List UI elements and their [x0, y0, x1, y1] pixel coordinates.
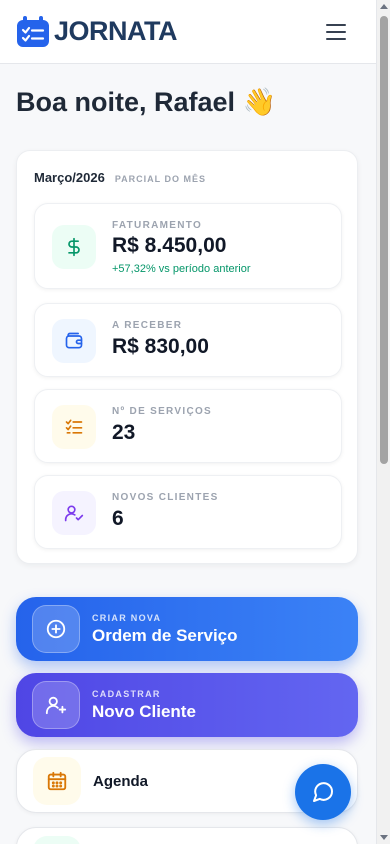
stat-value: R$ 8.450,00: [112, 234, 227, 257]
summary-month: Março/2026: [34, 170, 105, 185]
chat-button[interactable]: [295, 764, 351, 820]
new-client-button[interactable]: Cadastrar Novo Cliente: [16, 673, 358, 737]
action-title: Agenda: [93, 773, 149, 790]
app-name: JORNATA: [54, 16, 178, 46]
menu-button[interactable]: [326, 23, 346, 40]
stat-card-new-clients[interactable]: Novos clientes 6: [34, 475, 342, 549]
logo-icon: [17, 15, 49, 47]
wave-emoji: 👋: [242, 87, 277, 117]
wallet-icon: [52, 319, 96, 363]
user-check-icon: [52, 491, 96, 535]
menu-icon: [326, 23, 346, 26]
scrollbar-thumb[interactable]: [380, 16, 388, 464]
greeting: Boa noite, Rafael 👋: [16, 86, 276, 118]
monthly-summary-card: Março/2026 Parcial do mês Faturamento R$…: [16, 150, 358, 564]
stat-value: R$ 830,00: [112, 335, 209, 358]
scrollbar[interactable]: [376, 0, 390, 844]
action-title: Ordem de Serviço: [92, 626, 238, 645]
action-icon: [33, 836, 81, 844]
greeting-text: Boa noite, Rafael: [16, 87, 236, 117]
stat-label: Faturamento: [112, 220, 203, 231]
stat-label: Novos clientes: [112, 492, 219, 503]
plus-circle-icon: [32, 605, 80, 653]
action-label: Criar nova: [92, 613, 162, 623]
stat-change: +57,32% vs período anterior: [112, 263, 251, 275]
top-bar: JORNATA: [0, 0, 376, 64]
calendar-icon: [33, 757, 81, 805]
stat-card-receivable[interactable]: A receber R$ 830,00: [34, 303, 342, 377]
action-title: Novo Cliente: [92, 702, 196, 721]
stat-value: 6: [112, 507, 124, 530]
brand[interactable]: JORNATA: [16, 15, 178, 48]
stat-label: A receber: [112, 320, 183, 331]
stat-value: 23: [112, 421, 136, 444]
new-service-order-button[interactable]: Criar nova Ordem de Serviço: [16, 597, 358, 661]
dollar-icon: [52, 225, 96, 269]
stat-label: Nº de serviços: [112, 406, 213, 417]
action-label: Cadastrar: [92, 689, 161, 699]
stat-card-revenue[interactable]: Faturamento R$ 8.450,00 +57,32% vs perío…: [34, 203, 342, 289]
next-action-card[interactable]: [16, 827, 358, 844]
scroll-down-arrow[interactable]: [380, 835, 388, 840]
stat-card-services[interactable]: Nº de serviços 23: [34, 389, 342, 463]
chat-bubble-icon: [313, 782, 333, 802]
checklist-icon: [52, 405, 96, 449]
summary-period: Parcial do mês: [114, 174, 207, 184]
user-plus-icon: [32, 681, 80, 729]
scroll-up-arrow[interactable]: [380, 4, 388, 9]
summary-header: Março/2026 Parcial do mês: [34, 170, 206, 185]
